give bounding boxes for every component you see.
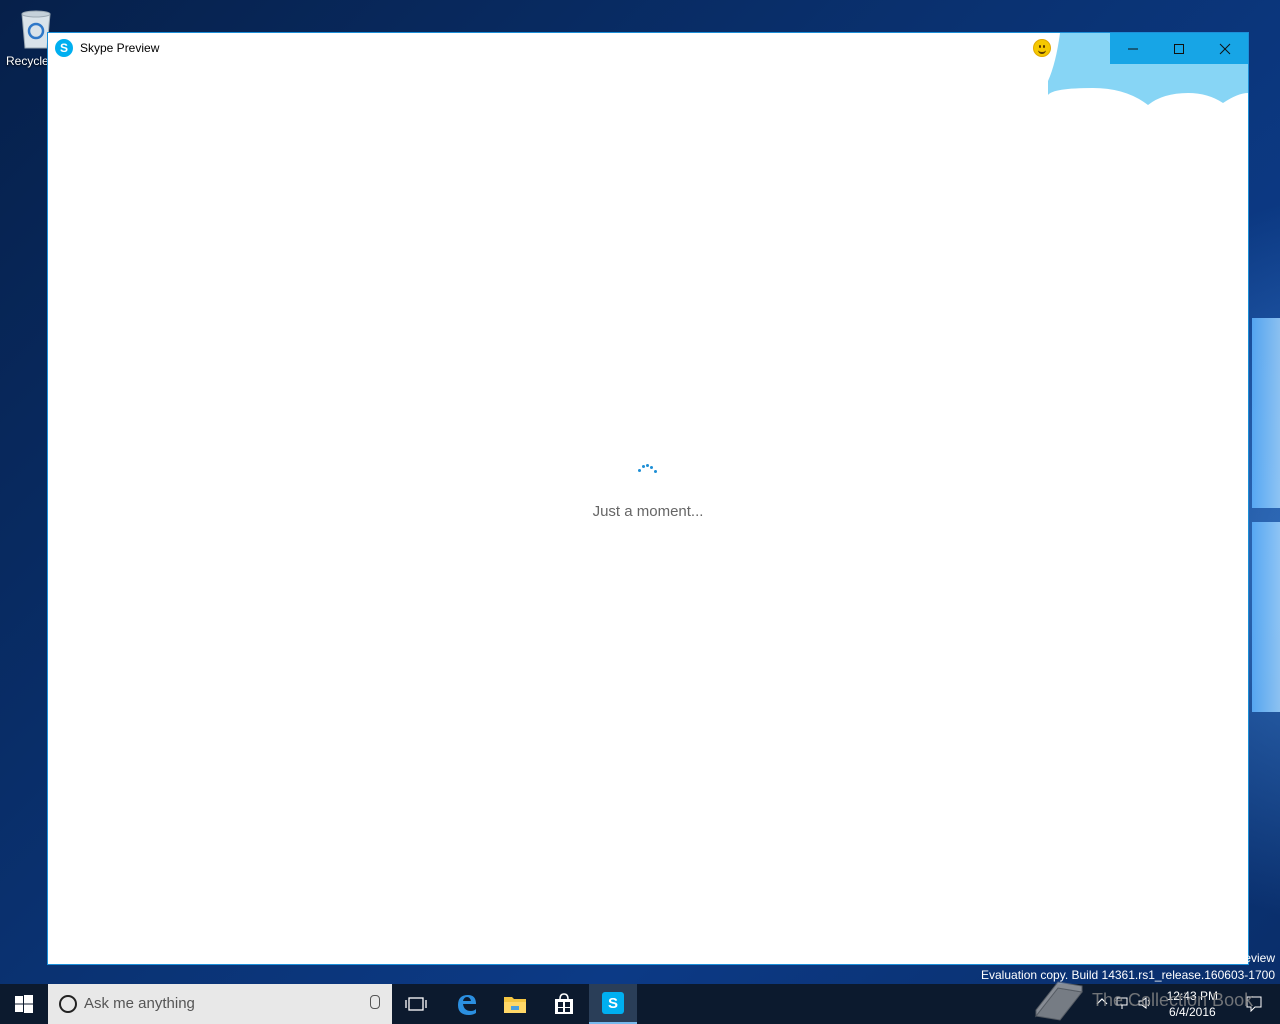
cortana-icon xyxy=(59,995,77,1013)
skype-taskbar-button[interactable]: S xyxy=(589,984,637,1024)
minimize-button[interactable] xyxy=(1110,33,1156,64)
task-view-button[interactable] xyxy=(392,984,440,1024)
windows-logo-icon xyxy=(15,995,33,1013)
close-button[interactable] xyxy=(1202,33,1248,64)
start-button[interactable] xyxy=(0,984,48,1024)
skype-app-icon: S xyxy=(55,39,73,57)
file-explorer-icon xyxy=(504,997,526,1013)
title-bar[interactable]: S Skype Preview xyxy=(48,33,1248,64)
microphone-icon[interactable] xyxy=(370,995,380,1009)
edge-icon xyxy=(458,995,476,1015)
loading-spinner-icon xyxy=(638,463,658,473)
maximize-button[interactable] xyxy=(1156,33,1202,64)
minimize-icon xyxy=(1128,48,1138,49)
window-title: Skype Preview xyxy=(80,41,160,55)
store-icon xyxy=(555,993,573,1014)
preview-watermark: eview xyxy=(1244,951,1275,965)
maximize-icon xyxy=(1174,43,1184,54)
task-view-icon xyxy=(405,997,427,1011)
window-controls xyxy=(1110,33,1248,64)
edge-button[interactable] xyxy=(443,984,491,1024)
loading-message: Just a moment... xyxy=(592,503,704,520)
svg-text:S: S xyxy=(608,995,618,1012)
file-explorer-button[interactable] xyxy=(491,984,539,1024)
search-input[interactable]: Ask me anything xyxy=(48,984,392,1024)
loading-indicator: Just a moment... xyxy=(48,463,1248,520)
search-placeholder: Ask me anything xyxy=(84,995,195,1012)
collection-book-logo xyxy=(1035,981,1083,1021)
wallpaper-logo-pane xyxy=(1252,318,1280,508)
skype-window: S Skype Preview Just a moment... xyxy=(47,32,1249,965)
wallpaper-logo-pane xyxy=(1252,522,1280,712)
taskbar: Ask me anything S 12:43 PM 6/4/2016 xyxy=(0,984,1280,1024)
close-icon xyxy=(1219,43,1231,54)
skype-icon: S xyxy=(602,992,624,1014)
collection-watermark-text: The Collection Book xyxy=(1092,990,1254,1010)
store-button[interactable] xyxy=(540,984,588,1024)
build-watermark: Evaluation copy. Build 14361.rs1_release… xyxy=(981,968,1275,982)
feedback-smiley-icon[interactable] xyxy=(1033,39,1051,57)
